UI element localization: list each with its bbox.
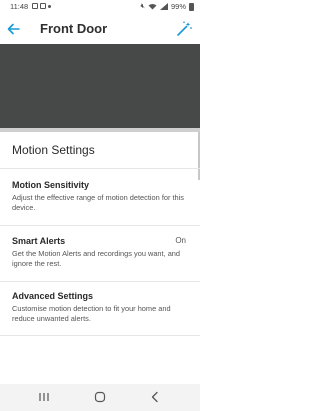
back-button[interactable] [4, 19, 24, 39]
more-notifications-icon [48, 5, 51, 8]
status-right: 🔇︎ 99% [141, 2, 194, 11]
system-nav-bar [0, 384, 200, 411]
page-title: Front Door [40, 21, 108, 36]
section-title: Motion Settings [12, 143, 95, 157]
status-bar: 11:48 🔇︎ 99% [0, 0, 200, 14]
row-divider [0, 335, 200, 336]
setting-title: Motion Sensitivity [12, 180, 90, 190]
setting-description: Customise motion detection to fit your h… [12, 304, 171, 323]
signal-icon [159, 3, 168, 10]
scrollbar[interactable] [198, 132, 200, 180]
nav-back-button[interactable] [145, 389, 165, 405]
image-notification-icon [40, 3, 46, 9]
notification-icons [32, 3, 51, 9]
magic-wand-icon [177, 21, 192, 36]
camera-preview[interactable] [0, 44, 200, 128]
advanced-settings-row[interactable]: Advanced Settings Customise motion detec… [12, 291, 190, 324]
setting-title: Advanced Settings [12, 291, 94, 301]
mute-icon: 🔇︎ [140, 2, 145, 10]
back-arrow-icon [7, 23, 20, 35]
row-divider [0, 281, 200, 282]
battery-icon [189, 2, 194, 11]
recents-icon [39, 393, 49, 401]
smart-alerts-row[interactable]: Smart Alerts On Get the Motion Alerts an… [12, 236, 190, 269]
battery-percent: 99% [170, 2, 186, 11]
app-bar: Front Door [0, 14, 200, 44]
preview-bottom-edge [0, 128, 200, 132]
row-divider [0, 225, 200, 226]
gallery-notification-icon [32, 3, 38, 9]
setting-description: Adjust the effective range of motion det… [12, 193, 185, 212]
nav-back-icon [151, 391, 158, 403]
setting-title: Smart Alerts [12, 236, 66, 246]
home-button[interactable] [90, 389, 110, 405]
magic-wand-button[interactable] [174, 19, 194, 39]
section-divider [0, 168, 200, 169]
wifi-icon [148, 4, 157, 10]
recents-button[interactable] [34, 389, 54, 405]
home-icon [94, 391, 106, 403]
setting-description: Get the Motion Alerts and recordings you… [12, 249, 181, 268]
smart-alerts-value: On [175, 236, 186, 245]
motion-sensitivity-row[interactable]: Motion Sensitivity Adjust the effective … [12, 180, 190, 213]
status-time: 11:48 [10, 2, 29, 11]
